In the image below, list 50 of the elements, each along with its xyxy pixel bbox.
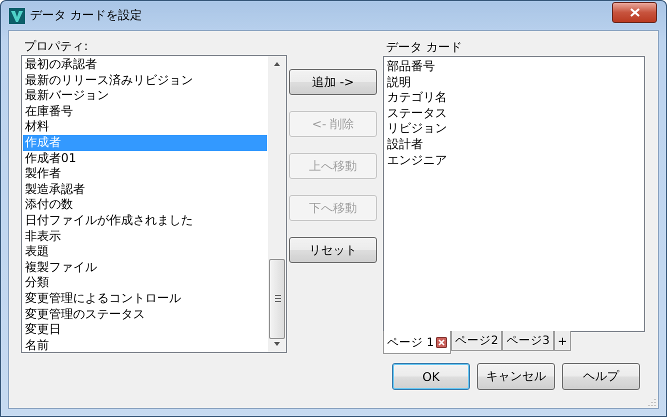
property-item[interactable]: 変更管理のステータス <box>23 306 267 322</box>
scrollbar-thumb[interactable] <box>269 259 285 339</box>
action-button[interactable]: リセット <box>289 237 377 263</box>
close-button[interactable] <box>612 2 657 23</box>
data-card-item[interactable]: ステータス <box>387 106 641 122</box>
property-item[interactable]: 最新バージョン <box>23 88 267 104</box>
property-item[interactable]: 添付の数 <box>23 197 267 213</box>
data-card-label: データ カード <box>386 39 463 55</box>
property-item[interactable]: 作成者01 <box>23 150 267 166</box>
page-tab[interactable]: ページ2 <box>450 331 502 351</box>
property-item[interactable]: 在庫番号 <box>23 104 267 120</box>
property-item[interactable]: 材料 <box>23 119 267 135</box>
scroll-up-arrow-icon[interactable] <box>273 61 281 67</box>
dialog-button[interactable]: ヘルプ <box>562 363 640 390</box>
property-item[interactable]: 最新のリリース済みリビジョン <box>23 72 267 88</box>
scroll-down-arrow-icon[interactable] <box>273 341 281 347</box>
close-icon[interactable] <box>436 336 447 348</box>
property-item[interactable]: 複製ファイル <box>23 260 267 276</box>
page-tab-label: ページ 1 <box>387 334 434 350</box>
page-tab[interactable]: ページ3 <box>502 331 554 351</box>
page-tab-label: ページ3 <box>506 333 550 348</box>
data-card-item[interactable]: リビジョン <box>387 121 641 137</box>
data-card-item[interactable]: エンジニア <box>387 152 641 168</box>
property-item[interactable]: 非表示 <box>23 228 267 244</box>
action-button[interactable]: 追加 -> <box>289 69 377 95</box>
dialog-button[interactable]: キャンセル <box>477 363 555 390</box>
page-tab-label: ページ2 <box>454 333 498 348</box>
property-item[interactable]: 分類 <box>23 275 267 291</box>
grip-icon <box>275 294 281 303</box>
property-item[interactable]: 変更管理によるコントロール <box>23 290 267 306</box>
property-item[interactable]: 表題 <box>23 244 267 260</box>
properties-label: プロパティ: <box>24 38 90 54</box>
data-card-item[interactable]: 説明 <box>387 74 641 90</box>
close-icon <box>628 8 640 17</box>
property-item[interactable]: 名前 <box>23 338 267 351</box>
property-item[interactable]: 最初の承認者 <box>23 57 267 73</box>
window-title: データ カードを設定 <box>30 7 143 24</box>
app-logo-icon <box>9 8 25 24</box>
data-card-item[interactable]: 部品番号 <box>387 59 641 75</box>
page-tab[interactable]: ページ 1 <box>383 331 451 354</box>
resize-grip-icon[interactable] <box>648 398 656 406</box>
scrollbar[interactable] <box>268 56 286 352</box>
add-page-tab[interactable]: + <box>554 331 572 351</box>
property-item[interactable]: 変更日 <box>23 322 267 338</box>
data-card-item[interactable]: カテゴリ名 <box>387 90 641 106</box>
property-item[interactable]: 製造承認者 <box>23 182 267 198</box>
property-item[interactable]: 日付ファイルが作成されました <box>23 212 267 229</box>
data-card-item[interactable]: 設計者 <box>387 136 641 153</box>
dialog-button[interactable]: OK <box>392 363 470 390</box>
property-item[interactable]: 製作者 <box>23 166 267 182</box>
